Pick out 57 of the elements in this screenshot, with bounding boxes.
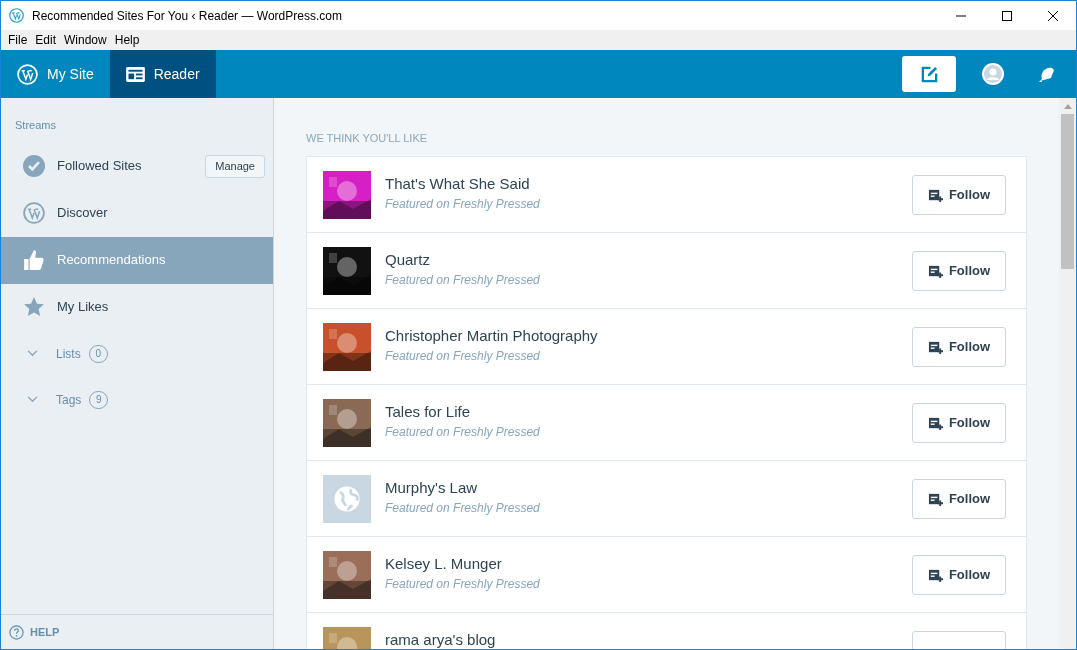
- site-subtitle: Featured on Freshly Pressed: [385, 348, 541, 365]
- help-icon[interactable]: [9, 624, 24, 640]
- site-name[interactable]: Murphy's Law: [385, 479, 540, 497]
- sidebar-item[interactable]: Discover: [1, 189, 273, 237]
- globe-icon: [323, 475, 371, 523]
- site-name[interactable]: rama arya's blog: [385, 631, 496, 649]
- compose-button[interactable]: [902, 56, 956, 92]
- follow-icon: [927, 491, 943, 507]
- window-title: Recommended Sites For You ‹ Reader — WordPress.com: [32, 7, 342, 25]
- follow-icon: [927, 263, 943, 279]
- site-subtitle: Featured on Freshly Pressed: [385, 500, 540, 517]
- thumbs-up-icon: [23, 249, 45, 271]
- site-name[interactable]: Christopher Martin Photography: [385, 327, 598, 345]
- menu-item[interactable]: Edit: [32, 31, 60, 49]
- compose-icon: [919, 64, 939, 84]
- sidebar-item[interactable]: My Likes: [1, 283, 273, 331]
- chevron-icon: [27, 396, 38, 403]
- menu-item[interactable]: Help: [111, 31, 143, 49]
- scrollbar-thumb[interactable]: [1061, 114, 1074, 269]
- follow-button[interactable]: Follow: [912, 327, 1006, 367]
- avatar-icon[interactable]: [982, 63, 1004, 85]
- site-subtitle: Featured on Freshly Pressed: [385, 272, 540, 289]
- checkmark-icon: [23, 155, 45, 177]
- follow-icon: [927, 567, 943, 583]
- follow-icon: [927, 187, 943, 203]
- scroll-up-icon[interactable]: [1063, 104, 1072, 109]
- section-heading: WE THINK YOU'LL LIKE: [306, 131, 429, 145]
- follow-icon: [927, 415, 943, 431]
- menu-item[interactable]: Window: [61, 31, 110, 49]
- wordpress-icon: [17, 63, 38, 85]
- menu-item[interactable]: File: [5, 31, 31, 49]
- follow-button[interactable]: Follow: [912, 403, 1006, 443]
- app-logo-icon: [9, 8, 24, 23]
- wordpress-icon: [23, 202, 45, 224]
- site-name[interactable]: Tales for Life: [385, 403, 540, 421]
- section-heading: Streams: [14, 118, 57, 133]
- newspaper-icon: [125, 66, 145, 82]
- follow-button[interactable]: Follow: [912, 479, 1006, 519]
- site-subtitle: Featured on Freshly Pressed: [385, 576, 540, 593]
- nav-tab[interactable]: Reader: [109, 50, 216, 98]
- maximize-icon: [1002, 10, 1012, 21]
- site-name[interactable]: Quartz: [385, 251, 540, 269]
- site-name[interactable]: That's What She Said: [385, 175, 540, 193]
- follow-button[interactable]: Follow: [912, 555, 1006, 595]
- scrollbar[interactable]: [1059, 98, 1076, 649]
- star-icon: [23, 296, 45, 318]
- site-subtitle: Featured on Freshly Pressed: [385, 424, 540, 441]
- follow-button[interactable]: Follow: [912, 251, 1006, 291]
- follow-icon: [927, 339, 943, 355]
- site-name[interactable]: Kelsey L. Munger: [385, 555, 540, 573]
- sidebar-item[interactable]: Followed Sites Manage: [1, 142, 273, 190]
- close-icon: [1048, 10, 1058, 21]
- site-subtitle: Featured on Freshly Pressed: [385, 196, 540, 213]
- chevron-icon: [27, 350, 38, 357]
- nav-tab[interactable]: My Site: [1, 50, 110, 98]
- manage-button[interactable]: Manage: [205, 154, 265, 178]
- follow-button[interactable]: Follow: [912, 175, 1006, 215]
